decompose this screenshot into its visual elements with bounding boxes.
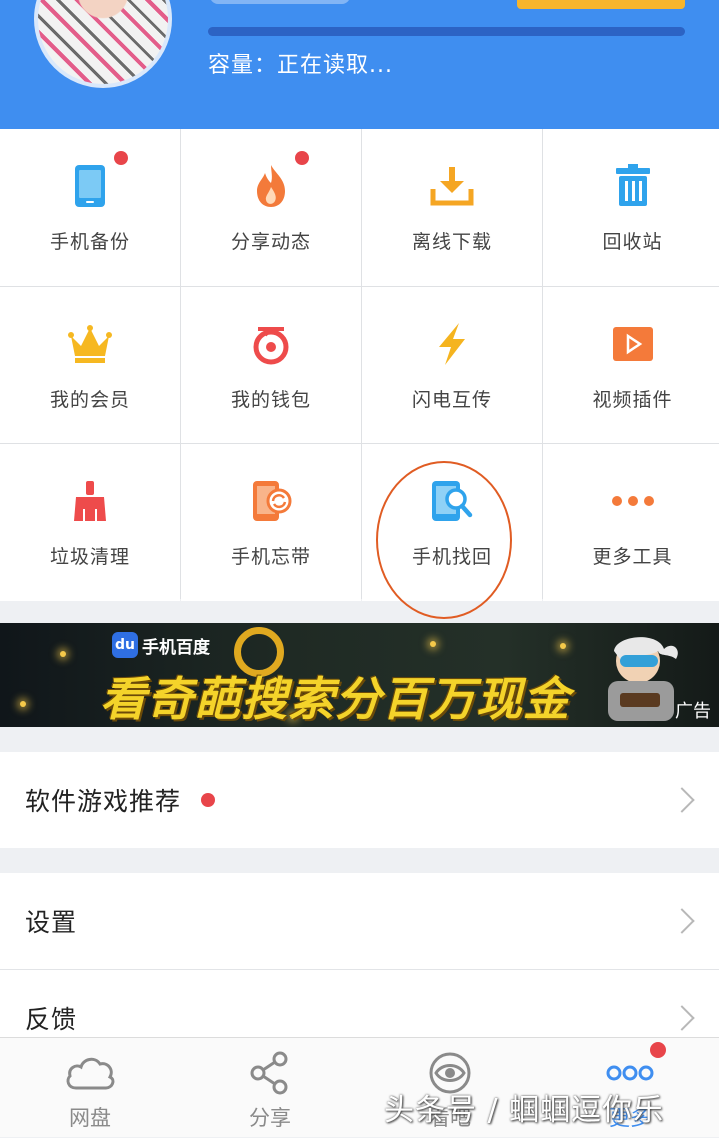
flame-icon <box>247 162 295 210</box>
chevron-right-icon <box>669 1005 695 1031</box>
username <box>210 0 350 4</box>
grid-item-junk-cleanup[interactable]: 垃圾清理 <box>0 444 180 601</box>
sparkle-decoration <box>60 651 66 657</box>
download-icon <box>428 162 476 210</box>
ad-banner[interactable]: du 手机百度 看奇葩搜索分百万现金 广告 <box>0 623 719 727</box>
grid-item-phone-recovery[interactable]: 手机找回 <box>362 444 542 601</box>
capacity-text: 容量：正在读取... <box>208 53 393 78</box>
notification-dot <box>201 793 216 807</box>
profile-header: 容量：正在读取... <box>0 0 719 129</box>
user-avatar[interactable] <box>34 0 172 88</box>
banner-logo: du 手机百度 <box>106 631 216 659</box>
grid-item-label: 垃圾清理 <box>49 546 130 568</box>
row-settings[interactable]: 设置 <box>0 873 719 969</box>
grid-item-membership[interactable]: 我的会员 <box>0 287 180 443</box>
grid-item-label: 手机忘带 <box>230 546 311 568</box>
grid-item-recycle-bin[interactable]: 回收站 <box>543 129 719 286</box>
grid-item-label: 回收站 <box>602 231 663 253</box>
banner-brand: 手机百度 <box>142 637 210 658</box>
grid-item-phone-backup[interactable]: 手机备份 <box>0 129 180 286</box>
tools-grid: 手机备份 分享动态 离线下载 回收站 我的会员 我的钱包 闪电互传 视频插件 垃… <box>0 129 719 601</box>
grid-item-label: 手机找回 <box>411 546 492 568</box>
grid-item-label: 视频插件 <box>592 389 673 411</box>
capacity-progress-bar <box>208 27 685 36</box>
lightning-icon <box>428 320 476 368</box>
trash-icon <box>609 162 657 210</box>
notification-badge <box>650 1042 666 1058</box>
row-label: 软件游戏推荐 <box>25 787 182 816</box>
grid-item-share-feed[interactable]: 分享动态 <box>181 129 361 286</box>
baidu-paw-icon: du <box>112 632 138 658</box>
grid-item-label: 我的钱包 <box>230 389 311 411</box>
grid-item-flash-transfer[interactable]: 闪电互传 <box>362 287 542 443</box>
banner-headline: 看奇葩搜索分百万现金 <box>100 672 570 726</box>
broom-icon <box>66 477 114 525</box>
grid-item-label: 分享动态 <box>230 231 311 253</box>
row-label: 反馈 <box>25 1005 78 1034</box>
grid-item-phone-forgotten[interactable]: 手机忘带 <box>181 444 361 601</box>
wallet-icon <box>247 320 295 368</box>
sparkle-decoration <box>430 641 436 647</box>
notification-dot <box>295 151 309 165</box>
watermark-text: 头条号 / 蝈蝈逗你乐 <box>384 1093 665 1128</box>
row-app-game-recommend[interactable]: 软件游戏推荐 <box>0 752 719 848</box>
ad-label: 广告 <box>675 701 711 722</box>
nav-label: 分享 <box>249 1106 291 1130</box>
nav-tab-netdisk[interactable]: 网盘 <box>30 1038 150 1138</box>
crown-icon <box>66 320 114 368</box>
notification-dot <box>114 151 128 165</box>
video-play-icon <box>609 320 657 368</box>
grid-item-offline-download[interactable]: 离线下载 <box>362 129 542 286</box>
share-icon <box>243 1050 297 1096</box>
grid-item-label: 闪电互传 <box>411 389 492 411</box>
cloud-icon <box>63 1050 117 1096</box>
nav-label: 网盘 <box>69 1106 111 1130</box>
grid-item-video-plugin[interactable]: 视频插件 <box>543 287 719 443</box>
row-label: 设置 <box>25 908 78 937</box>
grid-item-more-tools[interactable]: 更多工具 <box>543 444 719 601</box>
chevron-right-icon <box>669 908 695 934</box>
chevron-right-icon <box>669 787 695 813</box>
sparkle-decoration <box>20 701 26 707</box>
sparkle-decoration <box>560 643 566 649</box>
phone-search-icon <box>428 477 476 525</box>
cartoon-character-image <box>598 631 684 723</box>
phone-backup-icon <box>66 162 114 210</box>
grid-item-wallet[interactable]: 我的钱包 <box>181 287 361 443</box>
upgrade-button[interactable] <box>517 0 685 9</box>
grid-item-label: 更多工具 <box>592 546 673 568</box>
grid-item-label: 我的会员 <box>49 389 130 411</box>
more-dots-icon <box>609 477 657 525</box>
phone-sync-icon <box>247 477 295 525</box>
grid-item-label: 离线下载 <box>411 231 492 253</box>
grid-item-label: 手机备份 <box>49 231 130 253</box>
nav-tab-share[interactable]: 分享 <box>210 1038 330 1138</box>
